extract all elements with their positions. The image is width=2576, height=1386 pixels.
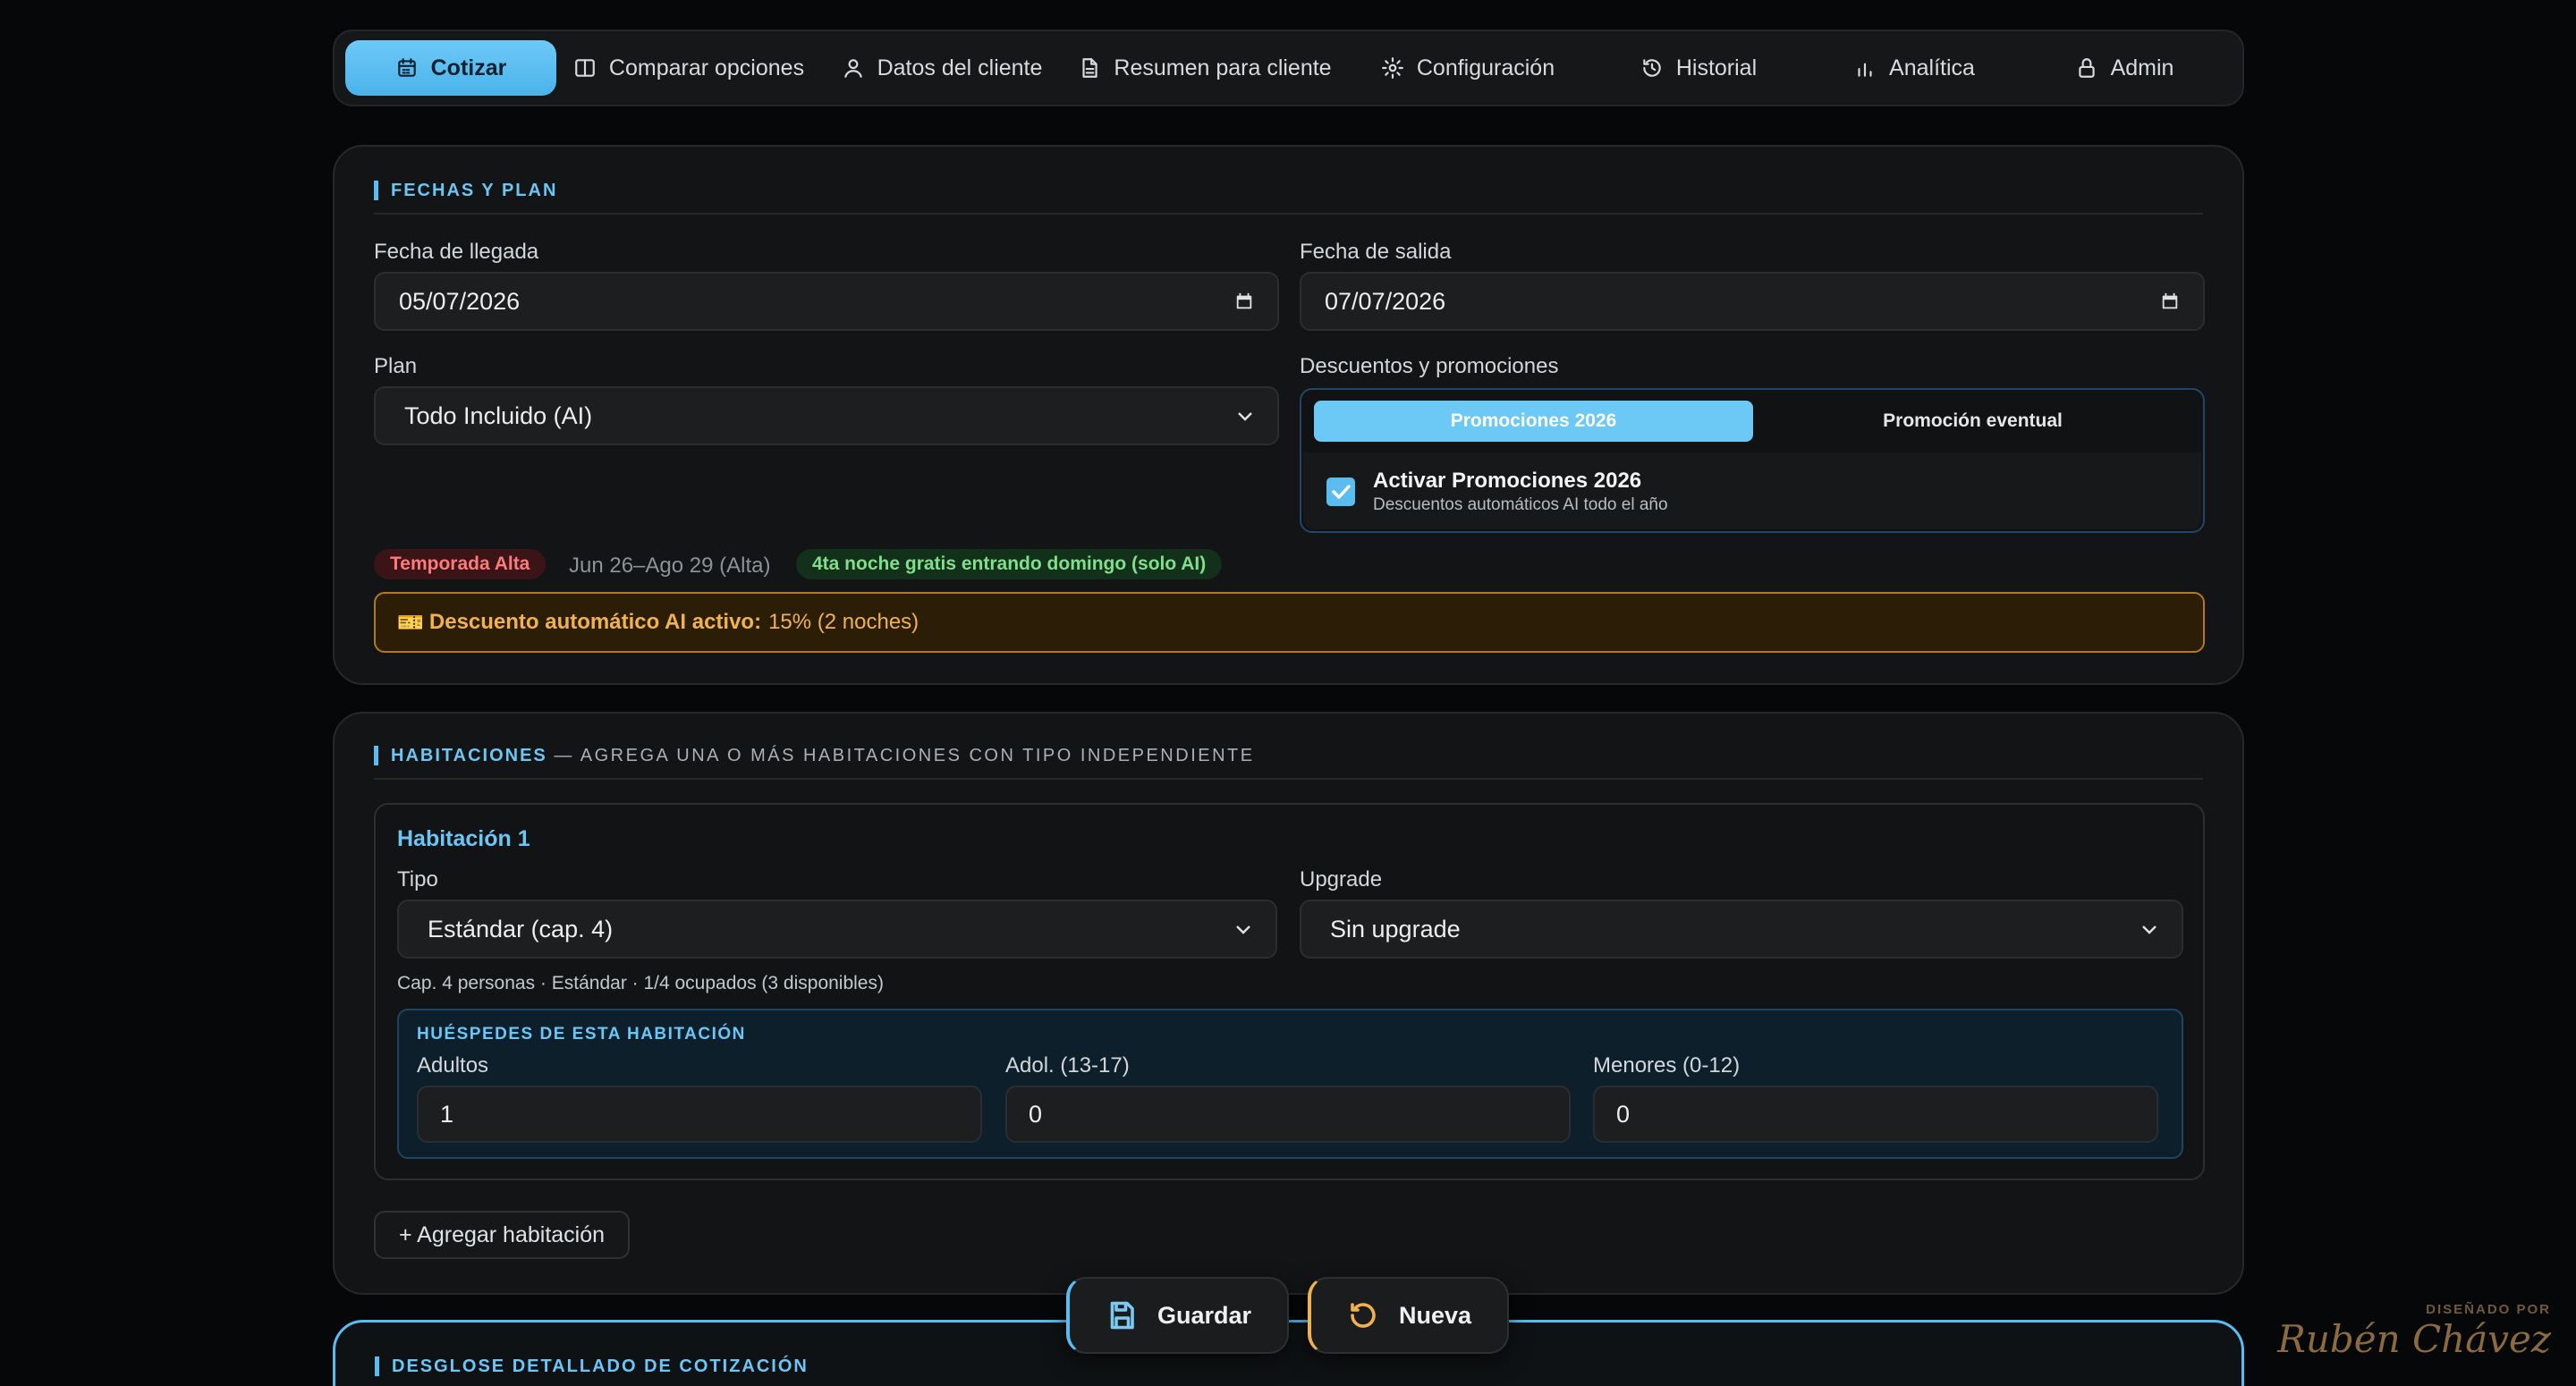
tab-configuracion[interactable]: Configuración xyxy=(1347,40,1589,96)
guests-panel: HUÉSPEDES DE ESTA HABITACIÓN Adultos 1 A… xyxy=(397,1009,2183,1159)
tab-label: Resumen para cliente xyxy=(1114,55,1332,80)
tipo-label: Tipo xyxy=(397,867,438,892)
tab-resumen[interactable]: Resumen para cliente xyxy=(1063,40,1347,96)
chevron-down-icon xyxy=(1238,412,1252,421)
save-label: Guardar xyxy=(1157,1301,1252,1329)
tab-comparar[interactable]: Comparar opciones xyxy=(556,40,821,96)
adol-label: Adol. (13-17) xyxy=(1005,1053,1130,1078)
adol-input[interactable]: 0 xyxy=(1005,1086,1571,1143)
add-room-button[interactable]: + Agregar habitación xyxy=(374,1211,631,1259)
menores-label: Menores (0-12) xyxy=(1593,1053,1741,1078)
section-title: HABITACIONES — AGREGA UNA O MÁS HABITACI… xyxy=(374,746,1255,765)
habitaciones-subtitle: — AGREGA UNA O MÁS HABITACIONES CON TIPO… xyxy=(554,746,1255,765)
ticket-icon: 🎫 xyxy=(397,610,424,635)
desglose-title: DESGLOSE DETALLADO DE COTIZACIÓN xyxy=(375,1356,809,1376)
fechas-plan-card: FECHAS Y PLAN Fecha de llegada 05/07/202… xyxy=(333,145,2244,685)
signature-name: Rubén Chávez xyxy=(2277,1317,2551,1361)
promo-checkbox[interactable] xyxy=(1326,477,1355,506)
calendar-icon[interactable] xyxy=(2160,292,2180,311)
document-icon xyxy=(1082,58,1098,78)
save-button[interactable]: Guardar xyxy=(1066,1277,1290,1354)
divider xyxy=(374,213,2203,215)
salida-label: Fecha de salida xyxy=(1300,240,1452,264)
habitaciones-card: HABITACIONES — AGREGA UNA O MÁS HABITACI… xyxy=(333,712,2244,1295)
tab-label: Historial xyxy=(1675,55,1758,80)
plan-value: Todo Incluido (AI) xyxy=(404,401,593,429)
promo-check-sub: Descuentos automáticos AI todo el año xyxy=(1373,495,1668,514)
new-label: Nueva xyxy=(1399,1301,1472,1329)
tipo-value: Estándar (cap. 4) xyxy=(428,915,614,942)
promo-segmented-control: Promociones 2026 Promoción eventual xyxy=(1314,401,2192,442)
gear-icon xyxy=(1381,57,1403,79)
upgrade-value: Sin upgrade xyxy=(1330,915,1461,942)
room-card: Habitación 1 Tipo Estándar (cap. 4) Upgr… xyxy=(374,803,2205,1180)
promo-box: Promociones 2026 Promoción eventual Acti… xyxy=(1300,388,2205,533)
salida-date-input[interactable]: 07/07/2026 xyxy=(1300,272,2205,331)
tab-label: Admin xyxy=(2110,55,2174,80)
llegada-value: 05/07/2026 xyxy=(399,287,521,315)
capacity-text: Cap. 4 personas · Estándar · 1/4 ocupado… xyxy=(397,973,884,993)
habitaciones-title: HABITACIONES xyxy=(391,746,547,765)
new-button[interactable]: Nueva xyxy=(1308,1277,1510,1354)
save-icon xyxy=(1110,1301,1134,1330)
section-title: FECHAS Y PLAN xyxy=(374,181,557,200)
tab-analitica[interactable]: Analítica xyxy=(1809,40,2020,96)
designer-signature: DISEÑADO POR Rubén Chávez xyxy=(2277,1302,2551,1361)
tab-label: Comparar opciones xyxy=(608,55,805,80)
calendar-icon xyxy=(397,58,416,77)
upgrade-select[interactable]: Sin upgrade xyxy=(1300,900,2183,959)
chevron-down-icon xyxy=(2142,925,2157,934)
calendar-icon[interactable] xyxy=(1234,292,1254,311)
upgrade-label: Upgrade xyxy=(1300,867,1383,892)
discount-value: 15% (2 noches) xyxy=(768,610,919,634)
tab-label: Datos del cliente xyxy=(877,55,1043,80)
tab-admin[interactable]: Admin xyxy=(2020,40,2229,96)
tab-label: Configuración xyxy=(1416,55,1555,80)
bar-chart-icon xyxy=(1858,63,1872,77)
seg-promociones-2026[interactable]: Promociones 2026 xyxy=(1314,401,1753,442)
tab-cotizar[interactable]: Cotizar xyxy=(345,40,556,96)
discount-notice: 🎫 Descuento automático AI activo: 15% (2… xyxy=(374,592,2205,653)
room-title: Habitación 1 xyxy=(397,826,530,851)
llegada-date-input[interactable]: 05/07/2026 xyxy=(374,272,1279,331)
plan-select[interactable]: Todo Incluido (AI) xyxy=(374,386,1279,445)
adultos-input[interactable]: 1 xyxy=(417,1086,982,1143)
salida-value: 07/07/2026 xyxy=(1325,287,1446,315)
tab-label: Cotizar xyxy=(430,55,507,80)
free-night-badge: 4ta noche gratis entrando domingo (solo … xyxy=(796,549,1223,579)
season-badge: Temporada Alta xyxy=(374,549,547,579)
history-icon xyxy=(1643,59,1661,77)
season-range: Jun 26–Ago 29 (Alta) xyxy=(569,554,771,578)
divider xyxy=(374,778,2203,780)
reset-icon xyxy=(1351,1303,1376,1328)
promo-panel: Activar Promociones 2026 Descuentos auto… xyxy=(1303,452,2201,529)
tipo-select[interactable]: Estándar (cap. 4) xyxy=(397,900,1277,959)
seg-promocion-eventual[interactable]: Promoción eventual xyxy=(1753,401,2192,442)
discount-label: Descuento automático AI activo: xyxy=(428,610,762,634)
tab-label: Analítica xyxy=(1889,55,1975,80)
lock-icon xyxy=(2078,58,2095,78)
tab-historial[interactable]: Historial xyxy=(1589,40,1809,96)
guests-title: HUÉSPEDES DE ESTA HABITACIÓN xyxy=(417,1025,746,1044)
signature-small: DISEÑADO POR xyxy=(2426,1302,2551,1317)
columns-icon xyxy=(575,59,595,77)
adultos-label: Adultos xyxy=(417,1053,489,1078)
plan-label: Plan xyxy=(374,354,418,378)
tab-datos-cliente[interactable]: Datos del cliente xyxy=(821,40,1063,96)
menores-input[interactable]: 0 xyxy=(1593,1086,2158,1143)
llegada-label: Fecha de llegada xyxy=(374,240,539,264)
main-nav: Cotizar Comparar opciones Datos del clie… xyxy=(333,30,2244,106)
descuentos-label: Descuentos y promociones xyxy=(1300,354,1559,378)
user-icon xyxy=(843,59,862,78)
promo-check-title: Activar Promociones 2026 xyxy=(1373,469,1642,493)
check-icon xyxy=(1332,485,1351,499)
chevron-down-icon xyxy=(1236,925,1250,934)
